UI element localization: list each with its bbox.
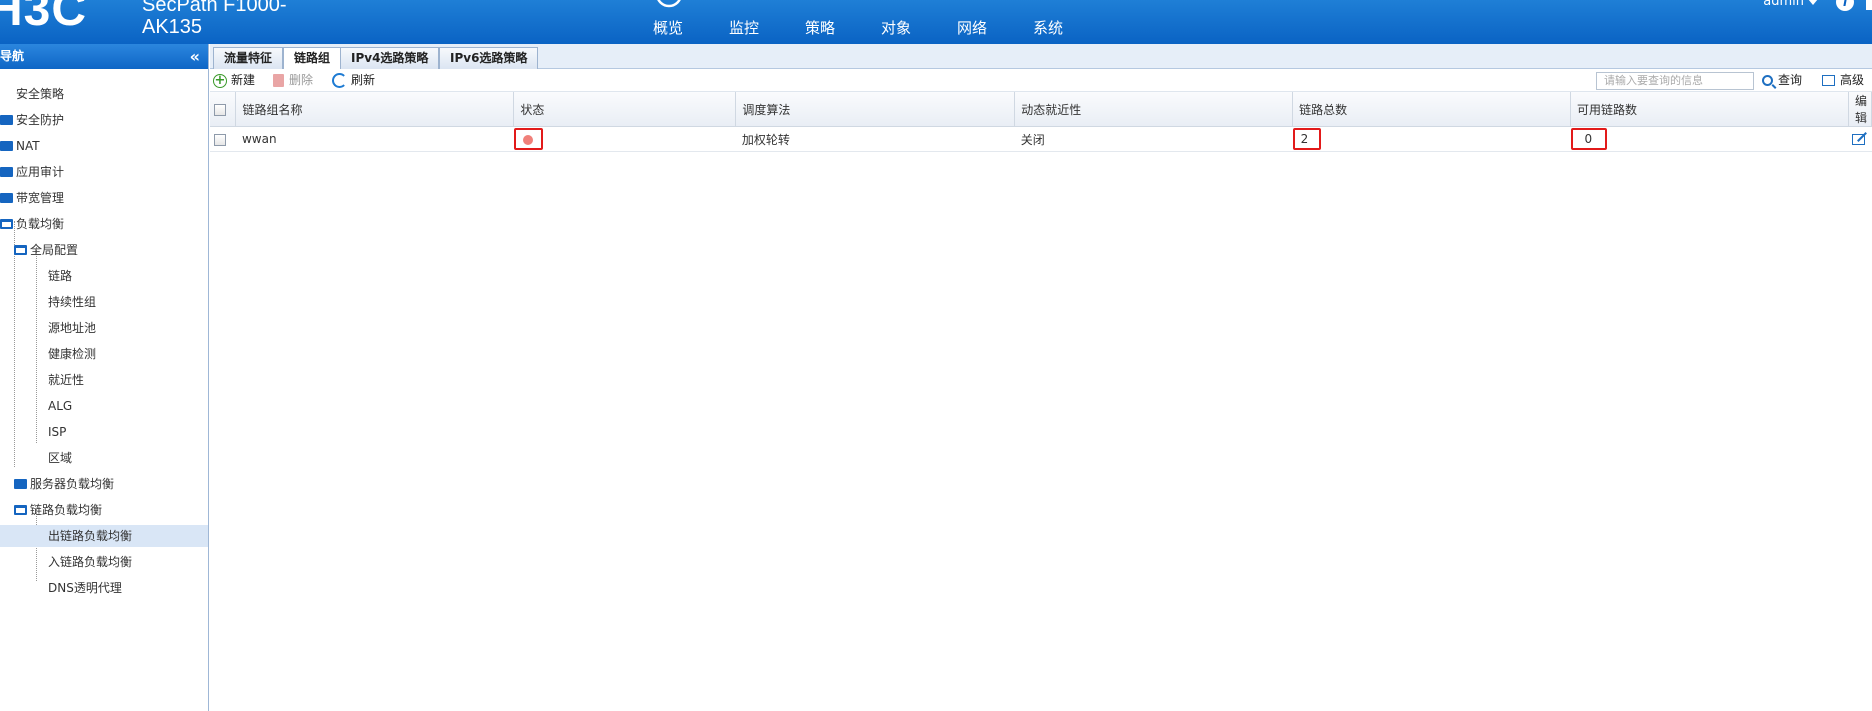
sidebar-item-app-audit[interactable]: 应用审计 [0, 161, 208, 183]
tree-line [36, 247, 37, 443]
product-name: SecPath F1000- AK135 [142, 0, 287, 38]
sidebar-item-source-pool[interactable]: 源地址池 [48, 317, 96, 339]
folder-open-icon [0, 218, 13, 229]
edit-icon[interactable] [1852, 134, 1866, 145]
delete-button[interactable]: 删除 [273, 69, 313, 92]
search-button[interactable]: 查询 [1762, 69, 1802, 92]
main-panel: 流量特征 链路组 IPv4选路策略 IPv6选路策略 + 新建 删除 刷新 请输入… [210, 44, 1872, 711]
nav-network[interactable]: 网络 [934, 0, 1010, 44]
sidebar-item-nat[interactable]: NAT [0, 135, 208, 157]
sidebar-item-isp[interactable]: ISP [48, 421, 66, 443]
col-available-links[interactable]: 可用链路数 [1570, 92, 1849, 127]
status-down-icon [523, 134, 534, 145]
nav-sidebar: 导航 « 安全策略 安全防护 NAT 应用审计 带宽管理 负载均衡 全局配置 链… [0, 44, 209, 711]
sidebar-item-load-balance[interactable]: 负载均衡 [0, 213, 208, 235]
status-highlight [513, 128, 543, 150]
nav-monitor[interactable]: 监控 [706, 0, 782, 44]
advanced-search-icon [1822, 75, 1835, 86]
caret-down-icon [1808, 0, 1818, 5]
toolbar: +新建 删除 刷新 请输入要查询的信息 查询 高级查 [210, 69, 1872, 110]
sidebar-header: 导航 « [0, 44, 208, 69]
advanced-search-button[interactable]: 高级查 [1822, 69, 1872, 110]
row-checkbox[interactable] [214, 133, 226, 146]
tab-bar: 流量特征 链路组 IPv4选路策略 IPv6选路策略 [210, 44, 1872, 69]
folder-icon [0, 140, 13, 151]
sidebar-item-security-policy[interactable]: 安全策略 [0, 83, 208, 105]
trash-icon [273, 74, 284, 87]
sidebar-item-proximity[interactable]: 就近性 [48, 369, 84, 391]
row-select-cell [210, 126, 236, 152]
tab-traffic-features[interactable]: 流量特征 [213, 47, 284, 69]
col-name[interactable]: 链路组名称 [235, 92, 515, 127]
cell-total-links: 2 [1292, 126, 1571, 152]
sidebar-item-dns-proxy[interactable]: DNS透明代理 [48, 577, 122, 599]
sidebar-item-link[interactable]: 链路 [48, 265, 72, 287]
sidebar-item-outbound-link-lb[interactable]: 出链路负载均衡 [0, 525, 208, 547]
tab-ipv4-policy[interactable]: IPv4选路策略 [340, 47, 440, 69]
nav-policy[interactable]: 策略 [782, 0, 858, 44]
user-menu[interactable]: admin [1763, 0, 1818, 9]
monitor-icon [730, 0, 760, 12]
sidebar-item-region[interactable]: 区域 [48, 447, 72, 469]
folder-open-icon [14, 504, 27, 515]
nav-objects[interactable]: 对象 [858, 0, 934, 44]
info-icon[interactable]: i [1836, 0, 1854, 11]
nav-overview[interactable]: 概览 [630, 0, 706, 44]
col-proximity[interactable]: 动态就近性 [1014, 92, 1294, 127]
folder-icon [14, 478, 27, 489]
sidebar-item-global-config[interactable]: 全局配置 [14, 239, 208, 261]
sidebar-item-security-protection[interactable]: 安全防护 [0, 109, 208, 131]
shield-icon [806, 0, 836, 12]
objects-icon [882, 0, 912, 12]
refresh-icon [332, 73, 347, 88]
select-all-cell [210, 92, 237, 127]
table-row[interactable]: wwan 加权轮转 关闭 2 0 [210, 126, 1872, 152]
network-icon [958, 0, 988, 12]
new-button[interactable]: + 新建 [213, 69, 255, 92]
cell-algorithm: 加权轮转 [735, 126, 1015, 152]
main-nav: 概览 监控 策略 对象 网络 系统 [630, 0, 1086, 44]
cell-name: wwan [235, 126, 514, 152]
link-group-table: 链路组名称 状态 调度算法 动态就近性 链路总数 可用链路数 编辑 wwan 加… [210, 92, 1872, 152]
available-links-value: 0 [1570, 128, 1607, 150]
sidebar-item-alg[interactable]: ALG [48, 395, 72, 417]
folder-open-icon [14, 244, 27, 255]
sidebar-item-health-check[interactable]: 健康检测 [48, 343, 96, 365]
header-edge-icon[interactable] [1866, 0, 1872, 10]
sidebar-item-inbound-link-lb[interactable]: 入链路负载均衡 [48, 551, 132, 573]
select-all-checkbox[interactable] [214, 103, 226, 116]
col-status[interactable]: 状态 [513, 92, 737, 127]
search-input[interactable]: 请输入要查询的信息 [1596, 72, 1754, 90]
system-icon [1034, 0, 1064, 12]
col-algorithm[interactable]: 调度算法 [735, 92, 1016, 127]
sidebar-item-server-lb[interactable]: 服务器负载均衡 [14, 473, 208, 495]
tab-link-group[interactable]: 链路组 [283, 47, 342, 69]
add-icon: + [213, 72, 227, 88]
tab-ipv6-policy[interactable]: IPv6选路策略 [439, 47, 539, 69]
table-header-row: 链路组名称 状态 调度算法 动态就近性 链路总数 可用链路数 编辑 [210, 92, 1872, 127]
cell-status [513, 126, 736, 152]
sidebar-item-bandwidth[interactable]: 带宽管理 [0, 187, 208, 209]
collapse-icon[interactable]: « [190, 44, 200, 69]
nav-system[interactable]: 系统 [1010, 0, 1086, 44]
col-edit: 编辑 [1848, 92, 1872, 127]
refresh-button[interactable]: 刷新 [332, 69, 375, 92]
col-total-links[interactable]: 链路总数 [1292, 92, 1572, 127]
folder-icon [0, 192, 13, 203]
cell-edit [1848, 126, 1872, 152]
sidebar-item-link-lb[interactable]: 链路负载均衡 [14, 499, 208, 521]
top-header: H3C SecPath F1000- AK135 概览 监控 策略 对象 网络 … [0, 0, 1872, 44]
total-links-value: 2 [1292, 128, 1321, 150]
dashboard-icon [657, 0, 681, 8]
folder-icon [0, 114, 13, 125]
cell-available-links: 0 [1570, 126, 1849, 152]
brand-logo: H3C [0, 0, 88, 36]
folder-icon [0, 166, 13, 177]
sidebar-item-persistence-group[interactable]: 持续性组 [48, 291, 96, 313]
cell-proximity: 关闭 [1014, 126, 1293, 152]
search-icon [1762, 75, 1773, 86]
